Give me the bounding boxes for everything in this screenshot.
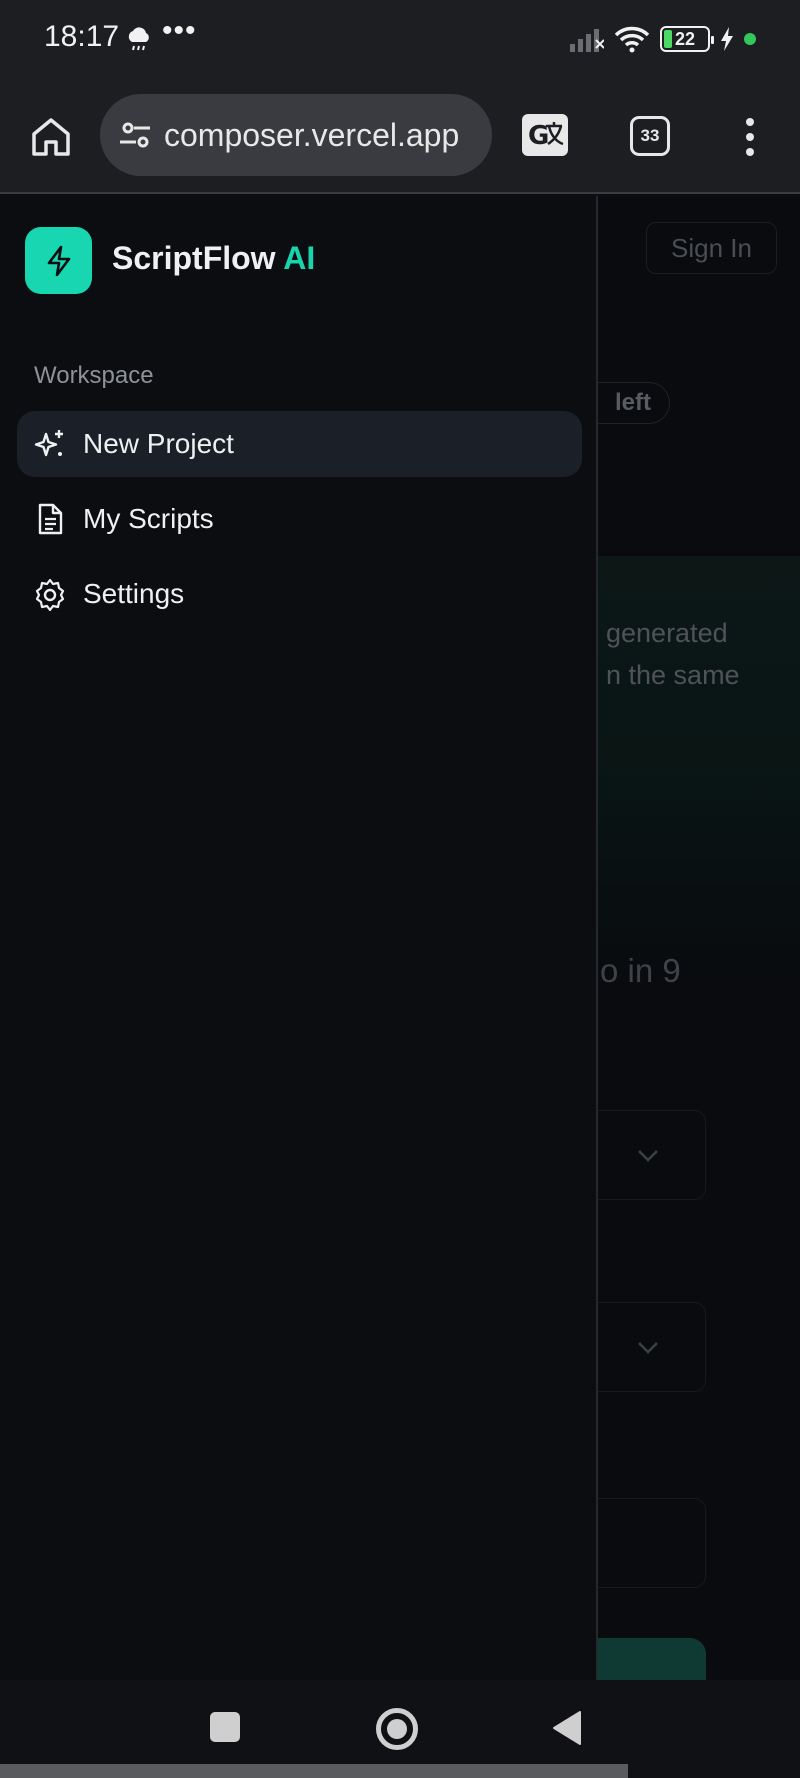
nav-item-new-project[interactable]: New Project	[17, 411, 582, 477]
tab-count: 33	[640, 126, 660, 145]
brand-logo[interactable]	[25, 227, 92, 294]
status-indicators: 22	[570, 22, 756, 56]
notification-overflow-dots: •••	[162, 14, 197, 47]
document-icon	[38, 503, 63, 535]
url-text: composer.vercel.app	[164, 116, 460, 153]
hero-description: generated n the same	[606, 612, 740, 696]
status-bar: 18:17 ••• 22	[0, 0, 800, 78]
section-label-workspace: Workspace	[34, 362, 154, 389]
gear-icon	[35, 578, 65, 611]
brand-suffix: AI	[283, 240, 316, 276]
navigation-drawer: ScriptFlow AI Workspace New Project My S…	[0, 196, 598, 1680]
nav-item-my-scripts[interactable]: My Scripts	[17, 486, 582, 552]
tab-switcher-button[interactable]: 33	[630, 116, 670, 156]
chevron-down-icon	[638, 1150, 658, 1162]
home-icon[interactable]	[28, 114, 74, 160]
home-button[interactable]	[376, 1708, 418, 1750]
brand-name-text: ScriptFlow	[112, 240, 276, 276]
address-bar[interactable]: composer.vercel.app	[100, 94, 492, 176]
background-page: Sign In left generated n the same o in 9	[598, 196, 800, 1680]
sparkles-icon	[34, 430, 63, 457]
sign-in-button: Sign In	[646, 222, 777, 274]
nav-item-settings[interactable]: Settings	[17, 561, 582, 627]
gesture-bar	[0, 1764, 628, 1778]
brand-name[interactable]: ScriptFlow AI	[112, 240, 315, 277]
site-settings-icon[interactable]	[116, 115, 156, 155]
nav-item-label: My Scripts	[83, 503, 214, 534]
battery-icon: 22	[660, 26, 714, 52]
privacy-indicator-dot	[744, 33, 756, 45]
cloud-rain-icon	[128, 27, 149, 51]
chevron-down-icon	[638, 1342, 658, 1354]
translate-icon[interactable]: G	[520, 112, 570, 160]
back-triangle-icon[interactable]	[552, 1710, 582, 1746]
credits-badge: left	[598, 382, 670, 424]
background-select-1	[598, 1110, 706, 1200]
more-vertical-icon[interactable]	[738, 116, 762, 158]
charging-bolt-icon	[721, 27, 733, 51]
recents-button[interactable]	[210, 1712, 240, 1742]
nav-item-label: Settings	[83, 578, 185, 609]
battery-level: 22	[674, 28, 696, 49]
signal-icon	[570, 29, 604, 52]
section-heading: o in 9	[600, 952, 681, 989]
lightning-icon	[47, 245, 70, 276]
hero-description-line-1: generated	[606, 618, 728, 648]
hero-description-line-2: n the same	[606, 660, 740, 690]
wifi-icon	[614, 26, 650, 53]
browser-toolbar: composer.vercel.app G 33	[0, 78, 800, 194]
nav-item-label: New Project	[83, 428, 234, 459]
background-input	[598, 1498, 706, 1588]
status-time: 18:17	[44, 20, 120, 53]
background-select-2	[598, 1302, 706, 1392]
background-primary-button	[598, 1638, 706, 1680]
